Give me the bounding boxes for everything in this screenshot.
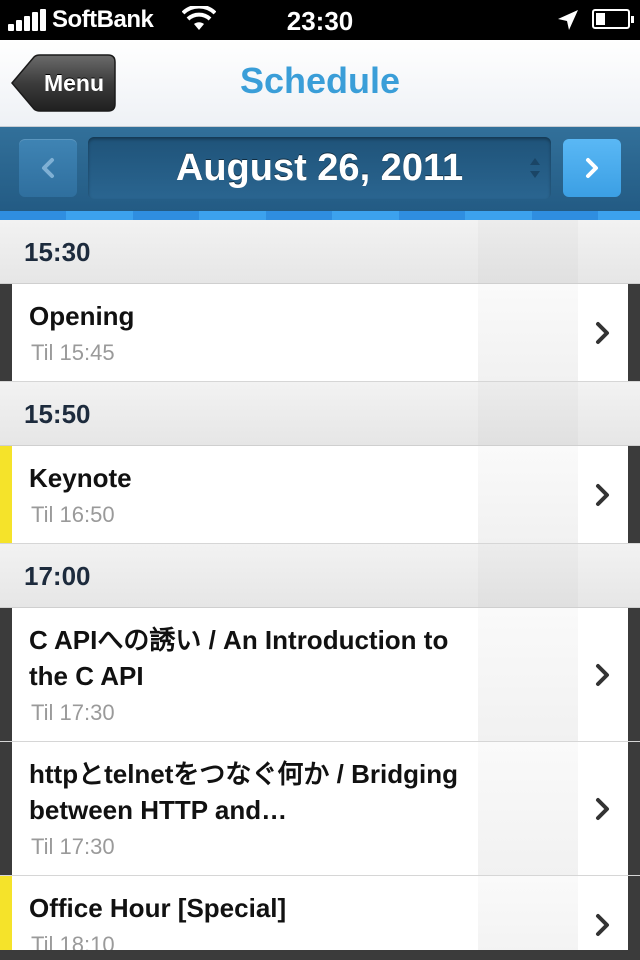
list-bottom-edge — [0, 950, 640, 960]
page-title: Schedule — [239, 60, 401, 101]
session-title: httpとtelnetをつなぐ何か / Bridging between HTT… — [29, 759, 458, 825]
session-row[interactable]: Opening Til 15:45 — [0, 284, 640, 382]
session-color-marker — [0, 446, 12, 543]
chevron-right-icon — [586, 158, 598, 178]
section-time: 17:00 — [24, 561, 91, 591]
session-end-time: Til 17:30 — [31, 834, 115, 859]
section-time: 15:30 — [24, 237, 91, 267]
session-title: Opening — [29, 301, 135, 331]
disclosure-chevron-icon — [596, 484, 609, 506]
next-day-button[interactable] — [563, 139, 621, 197]
session-row[interactable]: Office Hour [Special] Til 18:10 — [0, 876, 640, 960]
session-end-time: Til 17:30 — [31, 700, 115, 725]
session-row[interactable]: httpとtelnetをつなぐ何か / Bridging between HTT… — [0, 742, 640, 876]
time-section-header: 17:00 — [0, 544, 640, 608]
session-color-marker — [0, 608, 12, 741]
location-arrow-icon — [556, 8, 580, 37]
session-row[interactable]: Keynote Til 16:50 — [0, 446, 640, 544]
up-down-stepper-icon — [530, 158, 540, 178]
section-time: 15:50 — [24, 399, 91, 429]
session-color-marker — [0, 742, 12, 875]
session-row[interactable]: C APIへの誘い / An Introduction to the C API… — [0, 608, 640, 742]
time-section-header: 15:50 — [0, 382, 640, 446]
disclosure-chevron-icon — [596, 798, 609, 820]
session-end-time: Til 15:45 — [31, 340, 115, 365]
session-color-marker — [0, 876, 12, 960]
session-title: C APIへの誘い / An Introduction to the C API — [29, 625, 449, 691]
date-bar-stripe — [0, 211, 640, 220]
date-selector-bar: August 26, 2011 — [0, 127, 640, 211]
disclosure-chevron-icon — [596, 322, 609, 344]
disclosure-chevron-icon — [596, 664, 609, 686]
session-end-time: Til 16:50 — [31, 502, 115, 527]
navigation-bar: Menu Schedule — [0, 40, 640, 127]
battery-icon — [592, 9, 634, 29]
session-color-marker — [0, 284, 12, 381]
clock: 23:30 — [286, 6, 354, 36]
schedule-list[interactable]: 15:30 Opening Til 15:45 15:50 Keynote Ti… — [0, 220, 640, 960]
time-section-header: 15:30 — [0, 220, 640, 284]
status-bar: SoftBank 23:30 — [0, 0, 640, 40]
disclosure-chevron-icon — [596, 914, 609, 936]
date-picker-field[interactable]: August 26, 2011 — [88, 137, 551, 199]
previous-day-button[interactable] — [19, 139, 77, 197]
session-title: Keynote — [29, 463, 132, 493]
session-title: Office Hour [Special] — [29, 893, 287, 923]
chevron-left-icon — [42, 158, 54, 178]
current-date: August 26, 2011 — [175, 147, 464, 189]
